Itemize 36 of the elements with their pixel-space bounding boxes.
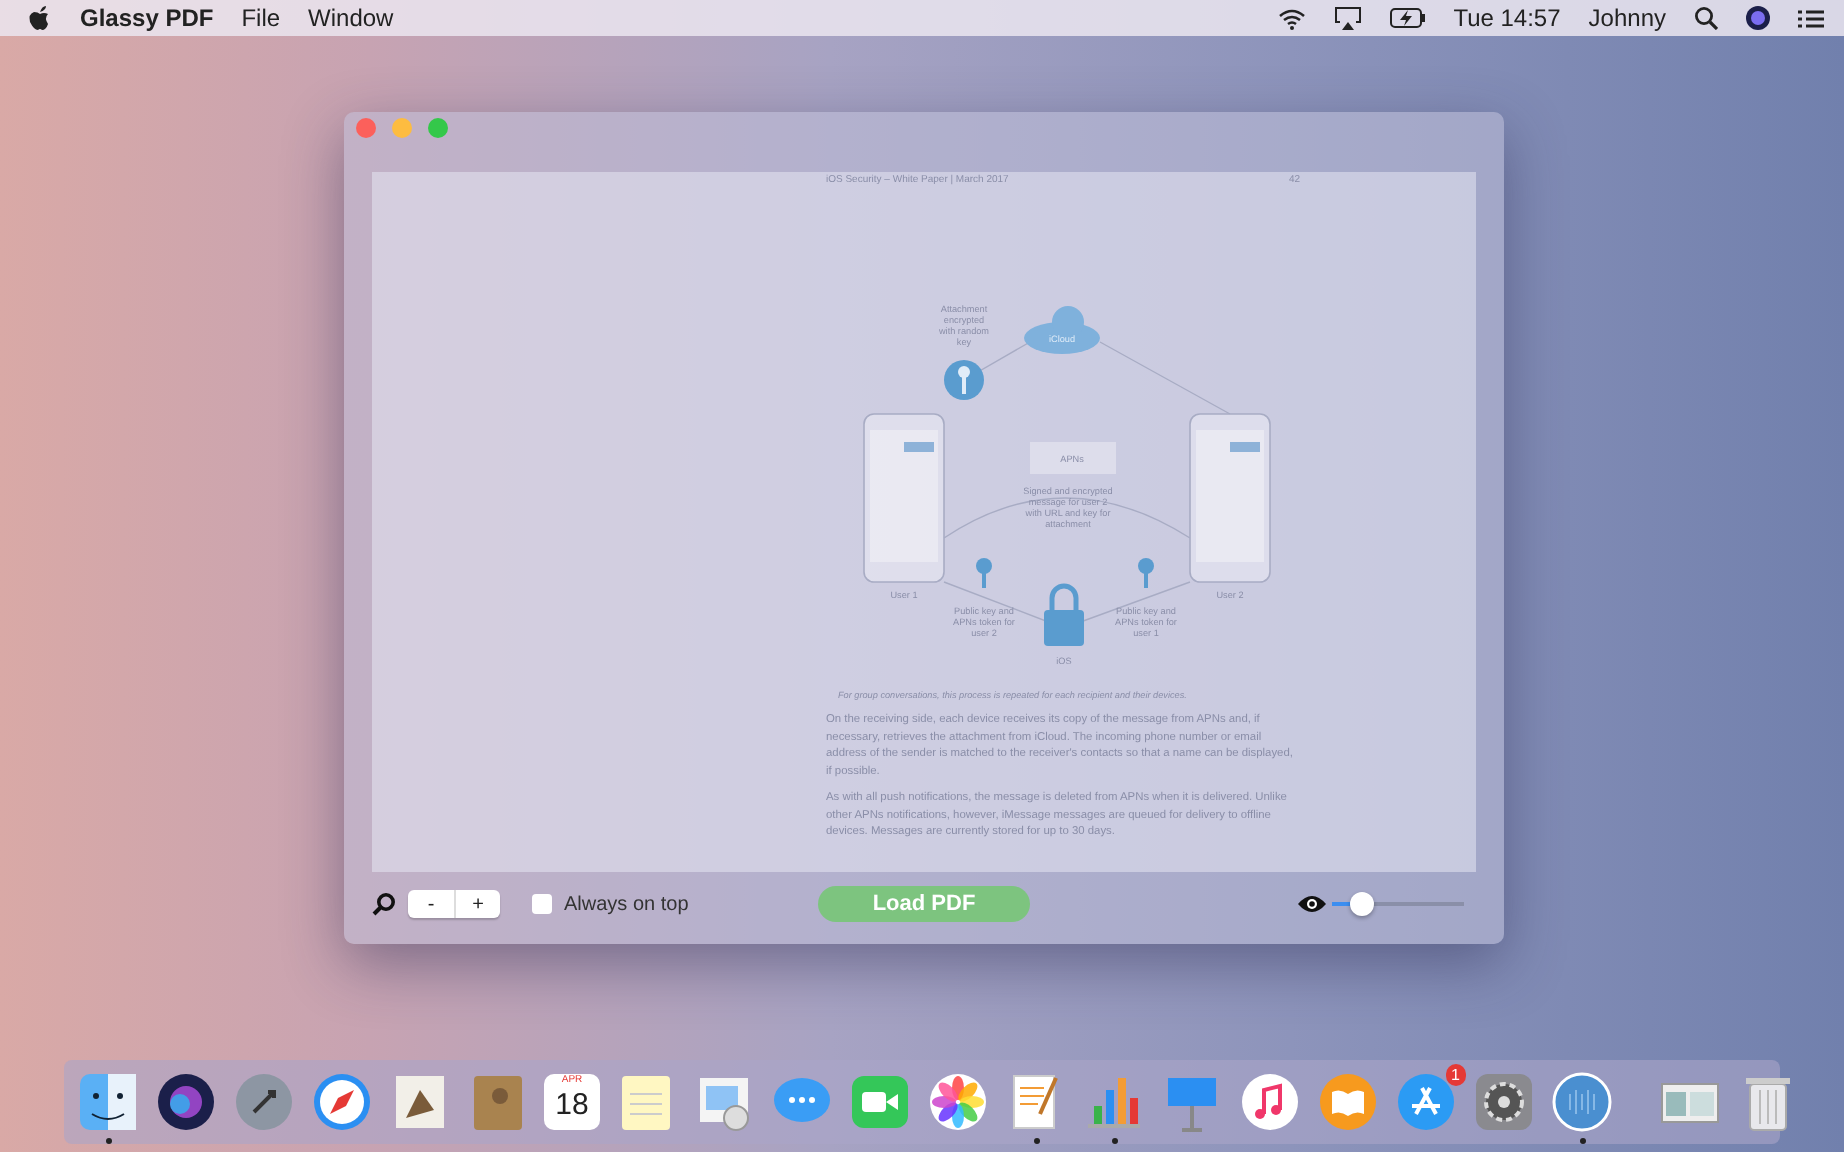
notification-badge: 1 (1445, 1064, 1466, 1086)
app-name[interactable]: Glassy PDF (80, 4, 214, 32)
app-store-icon[interactable] (1394, 1070, 1458, 1134)
key-icon (976, 558, 992, 588)
menu-item[interactable]: File (241, 4, 281, 32)
compass-icon[interactable] (310, 1070, 374, 1134)
apple-logo-icon[interactable] (28, 5, 52, 31)
always-on-top-checkbox[interactable] (532, 894, 552, 914)
video-camera-icon[interactable] (848, 1070, 912, 1134)
open-book-icon[interactable] (1316, 1070, 1380, 1134)
search-icon[interactable] (372, 892, 396, 916)
eye-icon[interactable] (1296, 894, 1328, 914)
padlock-icon (1044, 583, 1084, 646)
zoom-out-button[interactable]: - (408, 890, 454, 918)
checkbox-label: Always on top (564, 893, 689, 915)
user-name[interactable]: Johnny (1588, 4, 1666, 32)
calendar-day: 18 (555, 1088, 589, 1122)
flower-icon[interactable] (926, 1070, 990, 1134)
search-icon[interactable] (1694, 6, 1718, 30)
cloud-drawing (1024, 306, 1100, 354)
key-icon (944, 360, 984, 400)
gear-icon[interactable] (1472, 1070, 1536, 1134)
music-note-icon[interactable] (1238, 1070, 1302, 1134)
face-icon[interactable] (76, 1070, 140, 1134)
battery-icon[interactable] (1389, 8, 1426, 28)
list-icon[interactable] (1798, 7, 1824, 29)
clock[interactable]: Tue 14:57 (1453, 4, 1561, 32)
airplay-icon[interactable] (1333, 6, 1362, 30)
key-icon (1138, 558, 1154, 588)
slider-thumb[interactable] (1350, 892, 1375, 916)
orb-icon[interactable] (154, 1070, 218, 1134)
zoom-in-button[interactable]: + (454, 890, 500, 918)
waveform-circle-icon[interactable] (1550, 1070, 1614, 1134)
menu-item[interactable]: Window (308, 4, 394, 32)
wifi-icon[interactable] (1277, 7, 1306, 29)
orb-icon[interactable] (1746, 6, 1770, 30)
